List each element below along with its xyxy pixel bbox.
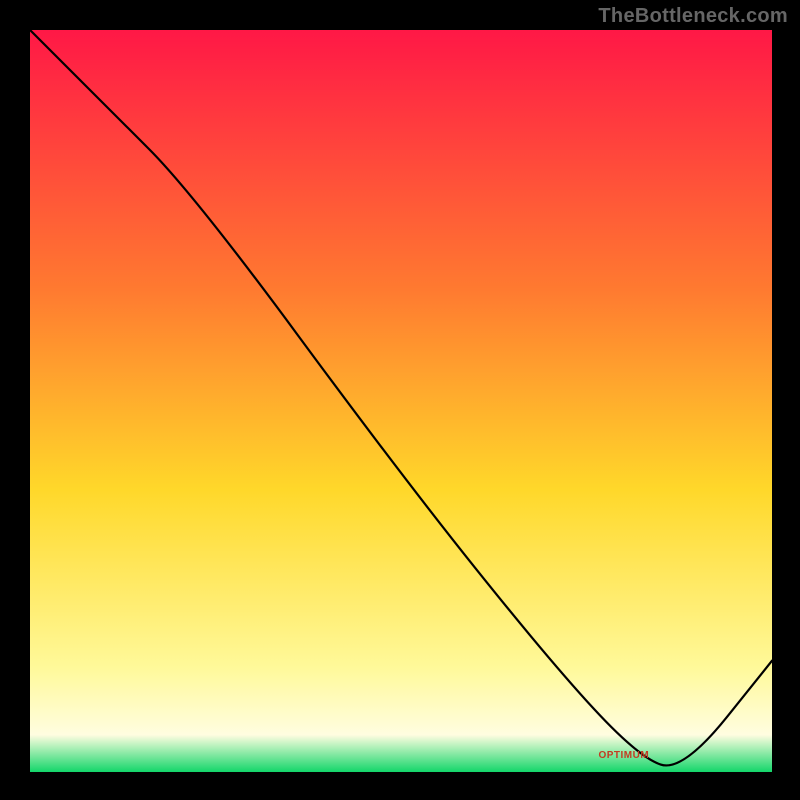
plot-area: OPTIMUM	[30, 30, 772, 772]
watermark-text: TheBottleneck.com	[598, 5, 788, 28]
chart-container: TheBottleneck.com OPTIMUM	[0, 0, 800, 800]
optimum-annotation: OPTIMUM	[598, 750, 649, 761]
bottleneck-curve	[30, 30, 772, 772]
